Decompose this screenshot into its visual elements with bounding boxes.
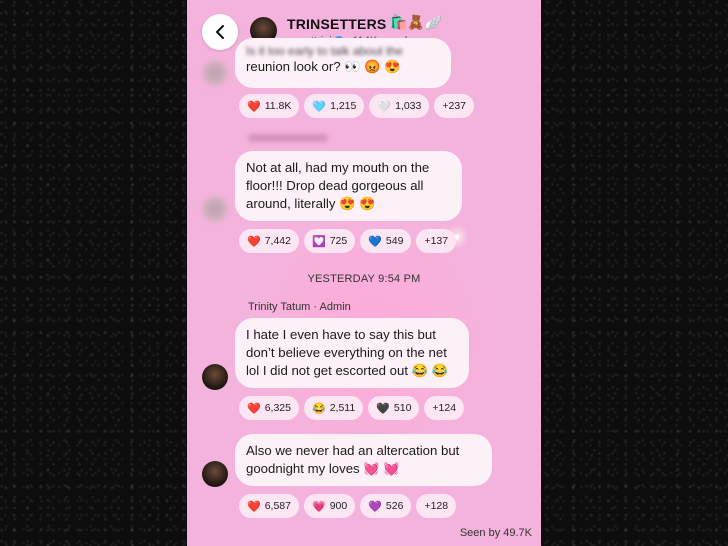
reaction-count: 510 bbox=[393, 402, 412, 414]
admin-avatar[interactable] bbox=[202, 461, 228, 487]
back-button[interactable] bbox=[202, 14, 238, 50]
reaction-row: ❤️ 6,325 😂 2,511 🖤 510 +124 bbox=[239, 396, 465, 420]
reaction-pill[interactable]: 🖤 510 bbox=[368, 396, 420, 420]
reaction-pill[interactable]: ❤️ 6,325 bbox=[239, 396, 299, 420]
reaction-count: 900 bbox=[329, 500, 348, 512]
reaction-count: +124 bbox=[432, 402, 457, 414]
more-reactions-pill[interactable]: +124 bbox=[424, 396, 465, 420]
reaction-count: 1,215 bbox=[330, 100, 357, 112]
reaction-pill[interactable]: ❤️ 7,442 bbox=[239, 229, 299, 253]
red-heart-icon: ❤️ bbox=[247, 100, 261, 113]
admin-avatar[interactable] bbox=[202, 364, 228, 390]
reaction-count: 725 bbox=[329, 235, 348, 247]
reaction-row: ❤️ 6,587 💗 900 💜 526 +128 bbox=[239, 494, 457, 518]
red-heart-icon: ❤️ bbox=[247, 500, 261, 513]
reaction-count: 7,442 bbox=[264, 235, 291, 247]
reaction-pill[interactable]: 💜 526 bbox=[360, 494, 412, 518]
sender-name-blurred bbox=[248, 134, 328, 142]
laughing-face-icon: 😂 bbox=[311, 402, 326, 415]
purple-heart-icon: 💜 bbox=[368, 500, 382, 513]
sender-avatar-blurred bbox=[202, 60, 228, 86]
reaction-pill[interactable]: ❤️ 11.8K bbox=[239, 94, 300, 118]
blue-heart-icon: 💙 bbox=[368, 235, 382, 248]
reaction-count: 6,325 bbox=[264, 402, 291, 414]
message-bubble[interactable]: Is it too early to talk about the reunio… bbox=[235, 38, 451, 88]
red-heart-icon: ❤️ bbox=[247, 402, 261, 415]
reaction-pill[interactable]: 🤍 1,033 bbox=[369, 94, 430, 118]
channel-title[interactable]: TRINSETTERS bbox=[287, 16, 386, 32]
reaction-count: +237 bbox=[442, 100, 466, 112]
black-heart-icon: 🖤 bbox=[376, 402, 390, 415]
reaction-row: ❤️ 11.8K 🩵 1,215 🤍 1,033 +237 bbox=[239, 94, 474, 118]
reaction-count: +128 bbox=[424, 500, 449, 512]
red-heart-icon: ❤️ bbox=[247, 235, 261, 248]
message-text-blurred: Is it too early to talk about the bbox=[246, 44, 403, 58]
message-text: Not at all, had my mouth on the floor!!!… bbox=[246, 160, 430, 211]
reaction-count: 2,511 bbox=[329, 402, 356, 414]
message-text: reunion look or? 👀 😡 😍 bbox=[246, 59, 401, 74]
seen-by-count: Seen by 49.7K bbox=[459, 527, 532, 539]
message-text: I hate I even have to say this but don’t… bbox=[246, 327, 449, 378]
white-heart-icon: 🤍 bbox=[377, 100, 392, 113]
more-reactions-pill[interactable]: +128 bbox=[416, 494, 457, 518]
message-bubble[interactable]: Not at all, had my mouth on the floor!!!… bbox=[235, 151, 462, 221]
reaction-count: 549 bbox=[385, 235, 404, 247]
heart-decoration-icon: 💟 bbox=[311, 235, 326, 248]
reaction-pill[interactable]: 🩵 1,215 bbox=[304, 94, 365, 118]
reaction-pill[interactable]: ❤️ 6,587 bbox=[239, 494, 299, 518]
reaction-pill[interactable]: 💟 725 bbox=[303, 229, 356, 253]
sender-avatar-blurred bbox=[202, 196, 228, 222]
reaction-count: 1,033 bbox=[395, 100, 422, 112]
reaction-pill[interactable]: 💗 900 bbox=[303, 494, 356, 518]
timestamp-divider: YESTERDAY 9:54 PM bbox=[307, 273, 421, 285]
more-reactions-pill[interactable]: +237 bbox=[434, 94, 474, 118]
light-blue-heart-icon: 🩵 bbox=[312, 100, 327, 113]
reaction-pill[interactable]: 💙 549 bbox=[360, 229, 412, 253]
reaction-pill[interactable]: 😂 2,511 bbox=[303, 396, 364, 420]
pink-heart-icon: 💗 bbox=[311, 500, 326, 513]
more-reactions-pill[interactable]: +137 bbox=[416, 229, 457, 253]
message-bubble[interactable]: Also we never had an altercation but goo… bbox=[235, 434, 492, 486]
author-label[interactable]: Trinity Tatum · Admin bbox=[248, 301, 351, 313]
reaction-count: 11.8K bbox=[264, 100, 292, 112]
chevron-left-icon bbox=[216, 25, 224, 39]
message-text: Also we never had an altercation but goo… bbox=[246, 443, 460, 476]
reaction-count: 526 bbox=[385, 500, 404, 512]
message-bubble[interactable]: I hate I even have to say this but don’t… bbox=[235, 318, 469, 388]
reaction-row: ❤️ 7,442 💟 725 💙 549 +137 bbox=[239, 229, 457, 253]
reaction-count: 6,587 bbox=[264, 500, 291, 512]
reaction-count: +137 bbox=[424, 235, 449, 247]
chat-screen: TRINSETTERS 🛍️🧸🪽 sooottrini✓· 114K membe… bbox=[187, 0, 541, 546]
channel-title-emojis: 🛍️🧸🪽 bbox=[390, 14, 443, 30]
